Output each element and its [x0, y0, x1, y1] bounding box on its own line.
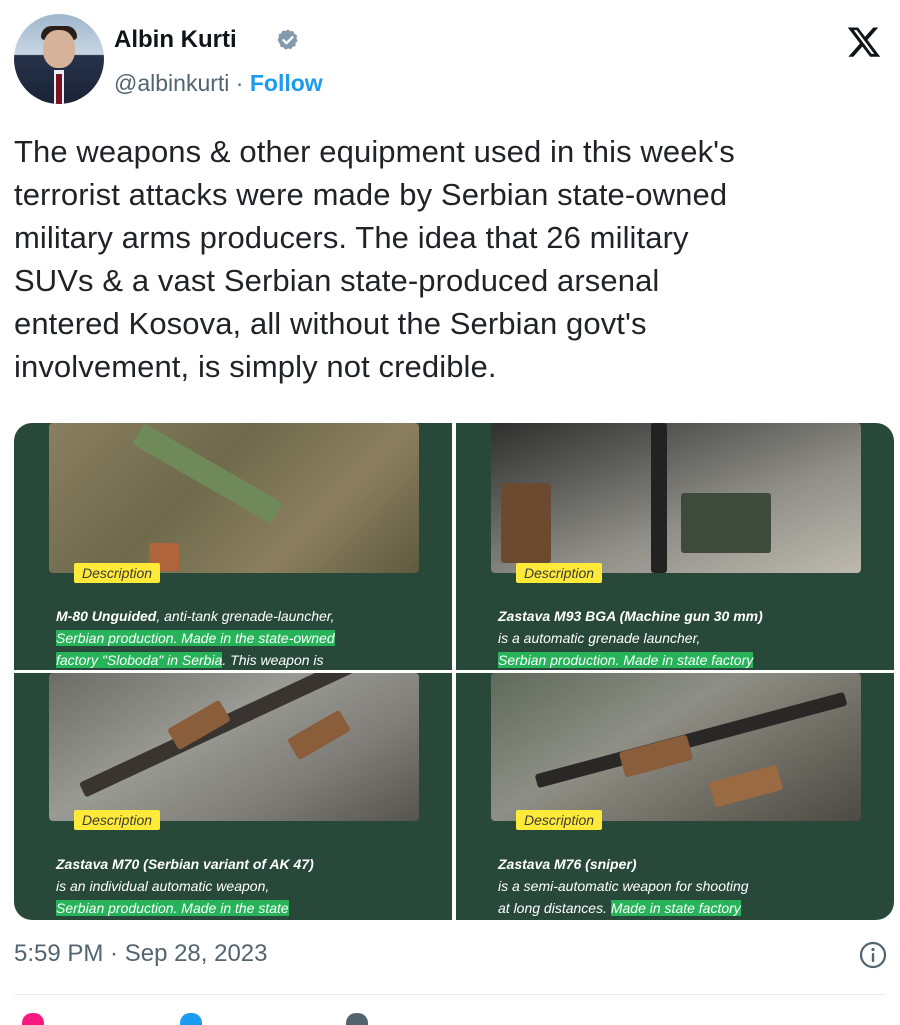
caption-text: is an individual automatic weapon, — [56, 878, 270, 894]
tweet-line: SUVs & a vast Serbian state-produced ars… — [14, 263, 660, 298]
x-logo-icon[interactable] — [846, 24, 882, 60]
rifle-shape — [534, 691, 848, 789]
launcher-tube-shape — [132, 423, 283, 524]
author-name[interactable]: Albin Kurti — [114, 26, 237, 54]
ammo-box-shape — [681, 493, 771, 553]
caption-highlight: Serbian production. Made in the state-ow… — [56, 630, 335, 646]
avatar-tie — [56, 74, 62, 104]
avatar[interactable] — [14, 14, 104, 104]
like-icon[interactable] — [22, 1013, 44, 1025]
caption-title: Zastava M93 BGA (Machine gun 30 mm) — [498, 608, 763, 624]
weapon-photo — [49, 423, 419, 573]
caption-text: , anti-tank grenade-launcher, — [156, 608, 335, 624]
caption-highlight: Made in state factory — [610, 900, 741, 916]
weapon-photo — [49, 673, 419, 821]
description-tag: Description — [74, 810, 161, 830]
description-tag: Description — [516, 563, 603, 583]
caption-title: M-80 Unguided — [56, 608, 157, 624]
tweet-text: The weapons & other equipment used in th… — [14, 130, 884, 388]
media-grid[interactable]: Description M-80 Unguided, anti-tank gre… — [14, 423, 894, 920]
tweet-line: terrorist attacks were made by Serbian s… — [14, 177, 728, 212]
caption-text: at long distances. — [498, 900, 607, 916]
media-tile[interactable]: Description Zastava M70 (Serbian variant… — [14, 673, 452, 920]
tweet-line: entered Kosova, all without the Serbian … — [14, 306, 647, 341]
caption-text: is a automatic grenade launcher, — [498, 630, 701, 646]
tripod-leg-shape — [651, 423, 667, 573]
caption: Zastava M93 BGA (Machine gun 30 mm) is a… — [498, 605, 868, 670]
handle-row: @albinkurti · Follow — [114, 70, 323, 97]
rifle-stock-shape — [618, 734, 694, 778]
description-tag: Description — [74, 563, 161, 583]
media-tile[interactable]: Description Zastava M93 BGA (Machine gun… — [456, 423, 894, 670]
caption: M-80 Unguided, anti-tank grenade-launche… — [56, 605, 426, 670]
caption: Zastava M76 (sniper) is a semi-automatic… — [498, 853, 868, 919]
rifle-stock-shape — [287, 709, 351, 761]
tweet-line: The weapons & other equipment used in th… — [14, 134, 735, 169]
verified-badge-icon — [277, 29, 298, 50]
caption-highlight: Serbian production. Made in state factor… — [498, 652, 754, 668]
caption-highlight: factory "Sloboda" in Serbia — [56, 652, 223, 668]
reply-icon[interactable] — [180, 1013, 202, 1025]
rifles-shape — [501, 483, 551, 563]
info-icon[interactable] — [858, 940, 888, 970]
media-tile[interactable]: Description Zastava M76 (sniper) is a se… — [456, 673, 894, 920]
follow-button[interactable]: Follow — [250, 70, 323, 96]
description-tag: Description — [516, 810, 603, 830]
caption-text: is a semi-automatic weapon for shooting — [498, 878, 749, 894]
media-tile[interactable]: Description M-80 Unguided, anti-tank gre… — [14, 423, 452, 670]
caption-title: Zastava M70 (Serbian variant of AK 47) — [56, 856, 314, 872]
rifle-stock-shape — [708, 764, 784, 808]
tweet-line: military arms producers. The idea that 2… — [14, 220, 689, 255]
separator-dot: · — [235, 70, 244, 96]
share-icon[interactable] — [346, 1013, 368, 1025]
weapon-photo — [491, 673, 861, 821]
divider — [14, 994, 886, 995]
caption-title: Zastava M76 (sniper) — [498, 856, 637, 872]
caption-text: . This weapon is — [222, 652, 324, 668]
caption: Zastava M70 (Serbian variant of AK 47) i… — [56, 853, 426, 919]
avatar-face — [43, 30, 75, 68]
timestamp[interactable]: 5:59 PM · Sep 28, 2023 — [14, 940, 268, 968]
weapon-photo — [491, 423, 861, 573]
caption-highlight: Serbian production. Made in the state — [56, 900, 289, 916]
tweet-line: involvement, is simply not credible. — [14, 349, 497, 384]
tweet-header: Albin Kurti @albinkurti · Follow — [14, 10, 886, 110]
author-handle[interactable]: @albinkurti — [114, 70, 229, 96]
